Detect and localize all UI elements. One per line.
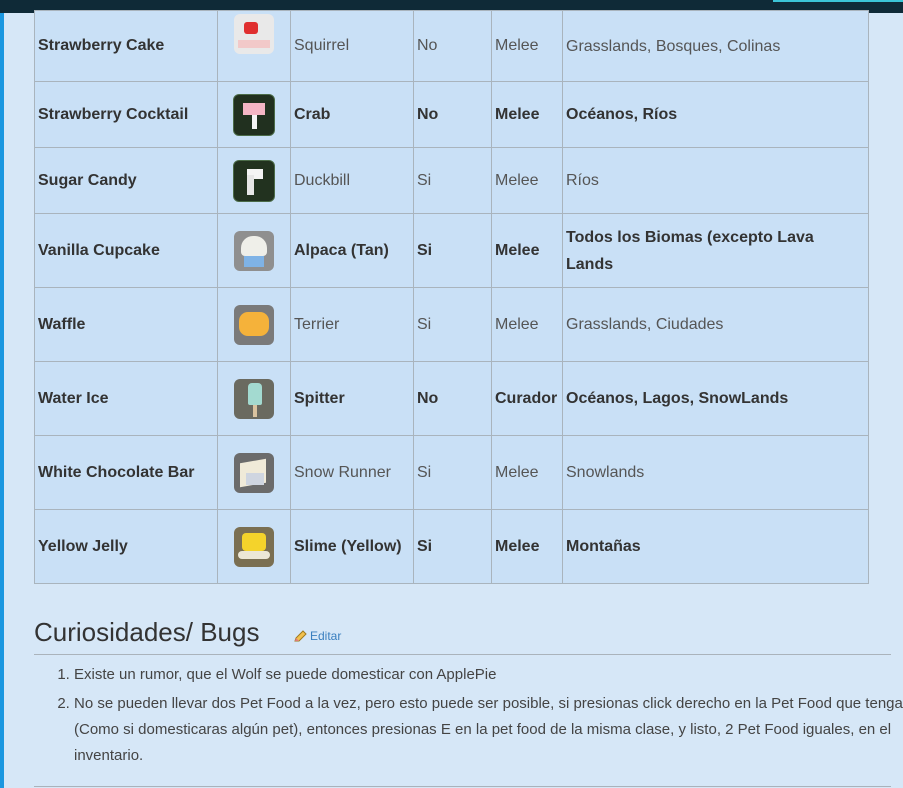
- tameable: No: [413, 361, 492, 436]
- table-row: White Chocolate Bar Snow Runner Si Melee…: [34, 435, 869, 510]
- page-content: Strawberry Cake Squirrel No Melee Grassl…: [5, 10, 903, 788]
- strawberry-cocktail-icon: [233, 93, 275, 136]
- food-name: Strawberry Cocktail: [34, 81, 218, 148]
- table-row: Waffle Terrier Si Melee Grasslands, Ciud…: [34, 287, 869, 362]
- pet-type: Melee: [491, 213, 563, 288]
- tameable: Si: [413, 213, 492, 288]
- food-icon-cell: [217, 361, 291, 436]
- pet-name: Alpaca (Tan): [290, 213, 414, 288]
- table-row: Water Ice Spitter No Curador Océanos, La…: [34, 361, 869, 436]
- edit-label: Editar: [310, 629, 342, 643]
- sugar-candy-icon: [233, 159, 275, 202]
- food-icon-cell: [217, 509, 291, 584]
- white-chocolate-bar-icon: [234, 452, 274, 493]
- pet-type: Melee: [491, 147, 563, 214]
- pet-food-table: Strawberry Cake Squirrel No Melee Grassl…: [34, 10, 869, 584]
- pet-type: Melee: [491, 287, 563, 362]
- food-name: Yellow Jelly: [34, 509, 218, 584]
- food-icon-cell: [217, 287, 291, 362]
- food-name: Vanilla Cupcake: [34, 213, 218, 288]
- biomes: Océanos, Ríos: [562, 81, 869, 148]
- tameable: No: [413, 10, 492, 82]
- food-icon-cell: [217, 213, 291, 288]
- pet-type: Melee: [491, 10, 563, 82]
- tameable: No: [413, 81, 492, 148]
- biomes: Todos los Biomas (excepto Lava Lands: [562, 213, 869, 288]
- yellow-jelly-icon: [234, 526, 274, 567]
- table-row: Strawberry Cake Squirrel No Melee Grassl…: [34, 10, 869, 82]
- pencil-icon: [294, 630, 307, 642]
- table-row: Vanilla Cupcake Alpaca (Tan) Si Melee To…: [34, 213, 869, 288]
- food-name: Waffle: [34, 287, 218, 362]
- table-row: Yellow Jelly Slime (Yellow) Si Melee Mon…: [34, 509, 869, 584]
- bugs-list: Existe un rumor, que el Wolf se puede do…: [34, 662, 903, 772]
- tameable: Si: [413, 147, 492, 214]
- pet-name: Snow Runner: [290, 435, 414, 510]
- top-bar-accent: [773, 0, 903, 2]
- pet-type: Melee: [491, 509, 563, 584]
- pet-name: Squirrel: [290, 10, 414, 82]
- pet-name: Crab: [290, 81, 414, 148]
- pet-name: Duckbill: [290, 147, 414, 214]
- food-icon-cell: [217, 147, 291, 214]
- pet-name: Slime (Yellow): [290, 509, 414, 584]
- biomes: Snowlands: [562, 435, 869, 510]
- tameable: Si: [413, 287, 492, 362]
- pet-type: Curador: [491, 361, 563, 436]
- edit-link[interactable]: Editar: [294, 629, 341, 643]
- food-icon-cell: [217, 10, 291, 82]
- left-edge-bar: [0, 13, 4, 788]
- food-icon-cell: [217, 81, 291, 148]
- biomes: Grasslands, Bosques, Colinas: [562, 10, 869, 82]
- waffle-icon: [234, 304, 274, 345]
- pet-type: Melee: [491, 435, 563, 510]
- list-item: No se pueden llevar dos Pet Food a la ve…: [74, 691, 903, 769]
- section-heading: Curiosidades/ Bugs: [34, 617, 260, 647]
- table-row: Strawberry Cocktail Crab No Melee Océano…: [34, 81, 869, 148]
- pet-type: Melee: [491, 81, 563, 148]
- biomes: Montañas: [562, 509, 869, 584]
- food-name: Water Ice: [34, 361, 218, 436]
- tameable: Si: [413, 435, 492, 510]
- pet-name: Terrier: [290, 287, 414, 362]
- food-name: Sugar Candy: [34, 147, 218, 214]
- tameable: Si: [413, 509, 492, 584]
- list-item: Existe un rumor, que el Wolf se puede do…: [74, 662, 903, 688]
- food-name: White Chocolate Bar: [34, 435, 218, 510]
- strawberry-cake-icon: [234, 14, 274, 54]
- section-divider: [34, 654, 891, 655]
- food-name: Strawberry Cake: [34, 10, 218, 82]
- food-icon-cell: [217, 435, 291, 510]
- pet-name: Spitter: [290, 361, 414, 436]
- table-row: Sugar Candy Duckbill Si Melee Ríos: [34, 147, 869, 214]
- biomes: Ríos: [562, 147, 869, 214]
- biomes: Grasslands, Ciudades: [562, 287, 869, 362]
- vanilla-cupcake-icon: [234, 230, 274, 271]
- biomes: Océanos, Lagos, SnowLands: [562, 361, 869, 436]
- bottom-divider: [34, 786, 891, 787]
- water-ice-icon: [234, 378, 274, 419]
